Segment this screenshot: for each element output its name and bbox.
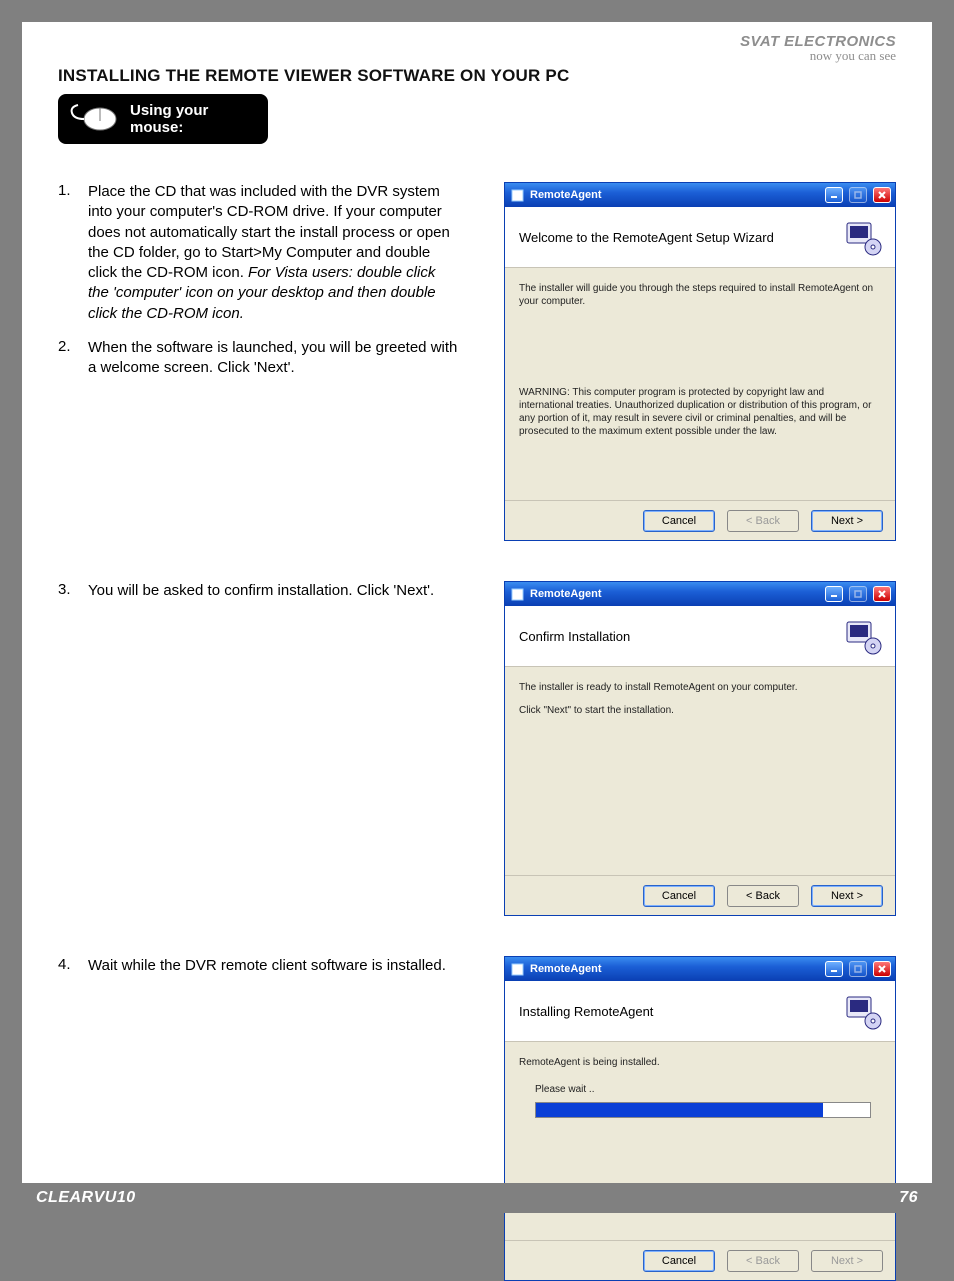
maximize-button <box>849 586 867 602</box>
step-2: 2. When the software is launched, you wi… <box>58 338 458 379</box>
dialog-body-text-1: The installer is ready to install Remote… <box>519 681 881 694</box>
step-4: 4. Wait while the DVR remote client soft… <box>58 956 458 976</box>
window-title: RemoteAgent <box>530 189 819 201</box>
dialog-warning-text: WARNING: This computer program is protec… <box>519 386 881 438</box>
minimize-button[interactable] <box>825 961 843 977</box>
section-title: INSTALLING THE REMOTE VIEWER SOFTWARE ON… <box>58 66 896 86</box>
next-button[interactable]: Next > <box>811 885 883 907</box>
installer-dialog-confirm: RemoteAgent Confirm Installation The <box>504 581 896 916</box>
titlebar: RemoteAgent <box>505 183 895 207</box>
step-number: 1. <box>58 182 70 324</box>
dialog-heading: Installing RemoteAgent <box>519 1004 653 1019</box>
dialog-heading: Welcome to the RemoteAgent Setup Wizard <box>519 230 774 245</box>
mouse-badge-line2: mouse: <box>130 119 208 136</box>
footer-model: CLEARVU10 <box>36 1189 136 1207</box>
step-number: 2. <box>58 338 70 379</box>
close-button[interactable] <box>873 961 891 977</box>
step-2-text: When the software is launched, you will … <box>88 338 458 379</box>
back-button[interactable]: < Back <box>727 885 799 907</box>
installer-disc-icon <box>843 616 883 656</box>
installer-dialog-welcome: RemoteAgent Welcome to the RemoteAgent S… <box>504 182 896 541</box>
maximize-button <box>849 961 867 977</box>
step-3-text: You will be asked to confirm installatio… <box>88 581 434 601</box>
close-button[interactable] <box>873 187 891 203</box>
close-button[interactable] <box>873 586 891 602</box>
progress-fill <box>536 1103 823 1117</box>
footer-page-number: 76 <box>899 1189 918 1207</box>
row-2: 3. You will be asked to confirm installa… <box>58 581 896 916</box>
row-1: 1. Place the CD that was included with t… <box>58 182 896 541</box>
titlebar: RemoteAgent <box>505 582 895 606</box>
minimize-button[interactable] <box>825 187 843 203</box>
titlebar: RemoteAgent <box>505 957 895 981</box>
app-icon <box>511 963 524 976</box>
brand-tagline: now you can see <box>740 49 896 62</box>
step-1: 1. Place the CD that was included with t… <box>58 182 458 324</box>
row-3: 4. Wait while the DVR remote client soft… <box>58 956 896 1281</box>
window-title: RemoteAgent <box>530 588 819 600</box>
step-number: 3. <box>58 581 70 601</box>
please-wait-text: Please wait .. <box>519 1083 881 1096</box>
back-button: < Back <box>727 1250 799 1272</box>
app-icon <box>511 588 524 601</box>
installer-dialog-progress: RemoteAgent Installing RemoteAgent Re <box>504 956 896 1281</box>
mouse-badge-line1: Using your <box>130 102 208 119</box>
installer-disc-icon <box>843 217 883 257</box>
mouse-icon <box>68 101 120 137</box>
dialog-heading: Confirm Installation <box>519 629 630 644</box>
cancel-button[interactable]: Cancel <box>643 885 715 907</box>
step-4-text: Wait while the DVR remote client softwar… <box>88 956 446 976</box>
cancel-button[interactable]: Cancel <box>643 510 715 532</box>
brand-name: SVAT ELECTRONICS <box>740 34 896 49</box>
mouse-badge: Using your mouse: <box>58 94 268 144</box>
step-number: 4. <box>58 956 70 976</box>
document-page: SVAT ELECTRONICS now you can see INSTALL… <box>22 22 932 1213</box>
cancel-button[interactable]: Cancel <box>643 1250 715 1272</box>
next-button: Next > <box>811 1250 883 1272</box>
minimize-button[interactable] <box>825 586 843 602</box>
installer-disc-icon <box>843 991 883 1031</box>
step-3: 3. You will be asked to confirm installa… <box>58 581 458 601</box>
app-icon <box>511 189 524 202</box>
page-footer: CLEARVU10 76 <box>22 1183 932 1213</box>
dialog-body-text-2: Click "Next" to start the installation. <box>519 704 881 717</box>
dialog-body-text: The installer will guide you through the… <box>519 282 881 386</box>
window-title: RemoteAgent <box>530 963 819 975</box>
dialog-body-text: RemoteAgent is being installed. <box>519 1056 881 1069</box>
progress-bar <box>535 1102 871 1118</box>
next-button[interactable]: Next > <box>811 510 883 532</box>
maximize-button <box>849 187 867 203</box>
brand-block: SVAT ELECTRONICS now you can see <box>740 34 896 62</box>
back-button: < Back <box>727 510 799 532</box>
